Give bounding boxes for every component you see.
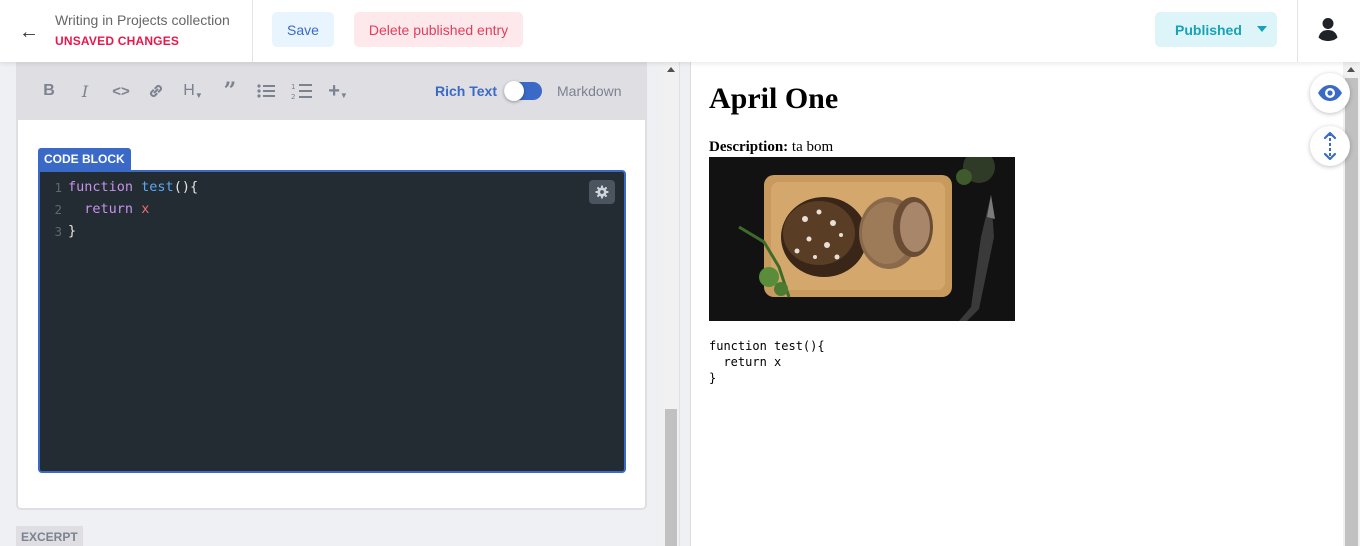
line-number: 3 [54,223,62,239]
code-block-editor[interactable]: 1 function test(){ 2 return x 3} [38,170,626,473]
preview-code-block: function test(){ return x } [709,339,825,385]
heading-label: H [183,82,195,99]
preview-description: Description: ta bom [709,139,833,156]
gear-icon [595,185,609,199]
user-icon [1314,14,1342,42]
add-component-button[interactable]: + ▼ [327,78,349,104]
publish-status-label: Published [1175,21,1242,38]
heading-dropdown[interactable]: H ▼ [181,78,205,104]
bulleted-list-button[interactable] [256,78,276,104]
chevron-down-icon [1257,26,1267,32]
back-button[interactable]: ← [14,18,44,46]
user-avatar[interactable] [1313,13,1343,43]
bold-button[interactable]: B [40,78,58,104]
pane-divider [679,62,691,546]
bread-image [709,151,1015,321]
line-number: 1 [54,179,62,195]
delete-published-entry-button[interactable]: Delete published entry [354,12,523,47]
scrollbar-thumb[interactable] [665,409,677,546]
sync-scroll-button[interactable] [1310,126,1350,166]
code-line[interactable]: 3} [40,220,76,242]
top-bar: ← Writing in Projects collection UNSAVED… [0,0,1360,62]
scroll-up-icon[interactable] [667,67,675,72]
unsaved-status: UNSAVED CHANGES [55,34,180,48]
markdown-mode-toggle[interactable] [504,81,542,101]
toggle-knob [504,81,524,101]
description-value: ta bom [791,139,834,155]
entry-titles: Writing in Projects collection UNSAVED C… [55,12,230,48]
code-line[interactable]: 2 return x [40,198,149,220]
numbered-list-button[interactable]: 1 2 [290,78,314,104]
chevron-down-icon: ▼ [194,90,203,100]
preview-image [709,151,1015,321]
preview-pane: April One Description: ta bom function t… [691,62,1343,546]
link-button[interactable] [146,78,166,104]
line-number: 2 [54,201,62,217]
plus-icon: + [328,79,340,102]
svg-text:1: 1 [291,83,295,91]
chevron-down-icon: ▼ [339,90,348,100]
code-block-label: CODE BLOCK [38,148,131,170]
markdown-label: Markdown [557,83,622,99]
italic-button[interactable]: I [76,78,94,104]
divider [1297,0,1298,62]
save-button[interactable]: Save [272,12,334,47]
sync-scroll-icon [1323,131,1337,161]
rich-text-label: Rich Text [435,83,497,99]
collection-title: Writing in Projects collection [55,12,230,28]
numbered-list-icon: 1 2 [291,83,312,100]
editor-pane: B I <> H ▼ ” 1 2 + ▼ Rich Text Markdown … [0,62,663,546]
arrow-left-icon: ← [19,20,39,43]
bulleted-list-icon [257,84,275,98]
publish-status-dropdown[interactable]: Published [1155,12,1277,47]
eye-icon [1318,85,1342,101]
scroll-up-icon[interactable] [1347,67,1355,72]
link-icon [150,85,162,97]
toggle-preview-button[interactable] [1310,73,1350,113]
cms-editor-window: ← Writing in Projects collection UNSAVED… [0,0,1360,546]
excerpt-field-label: EXCERPT [16,526,83,546]
code-button[interactable]: <> [110,78,132,104]
editor-toolbar: B I <> H ▼ ” 1 2 + ▼ Rich Text Markdown [18,62,645,120]
quote-button[interactable]: ” [220,78,240,104]
editor-scrollbar[interactable] [663,62,679,546]
description-label: Description: [709,139,789,155]
code-block-settings-button[interactable] [589,180,615,204]
svg-text:2: 2 [291,93,295,100]
code-line[interactable]: 1 function test(){ [40,176,198,198]
body-field: B I <> H ▼ ” 1 2 + ▼ Rich Text Markdown … [16,62,647,510]
preview-title: April One [709,82,839,115]
divider [252,0,253,62]
